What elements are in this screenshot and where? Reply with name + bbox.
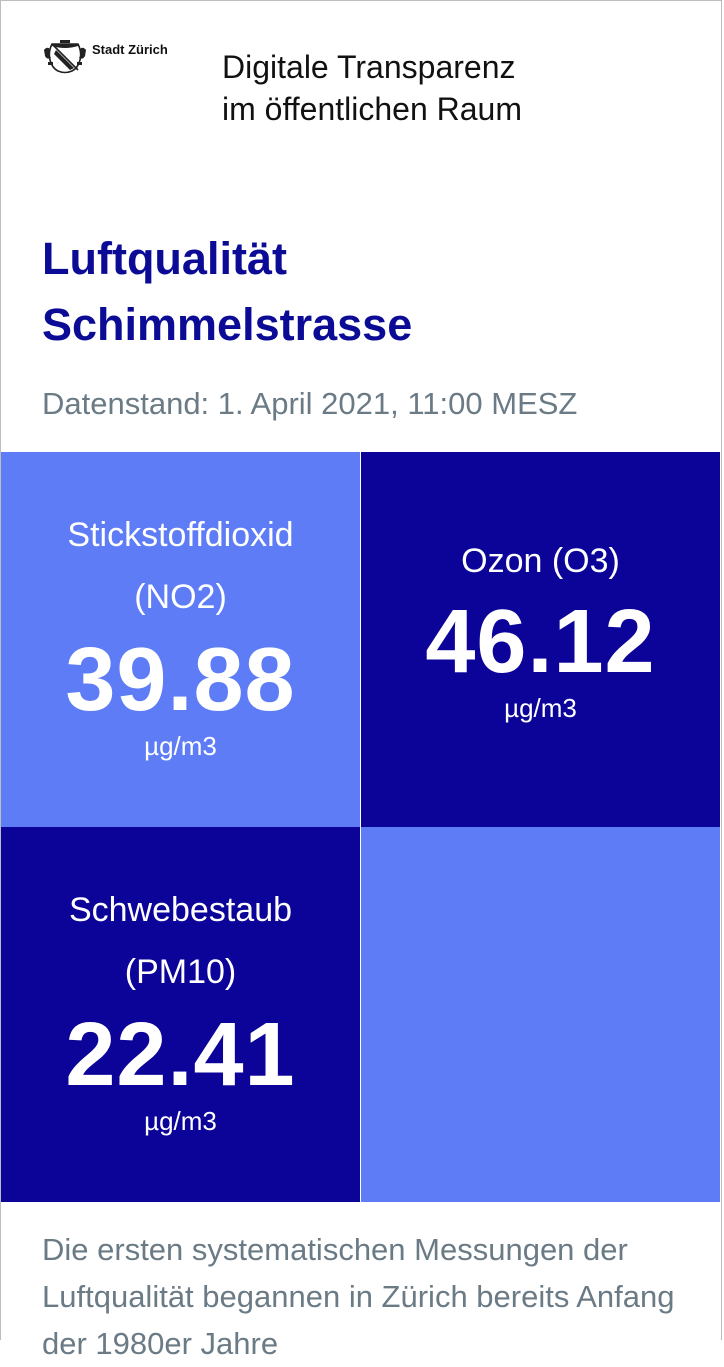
tile-label: Ozon (O3) [361,530,720,592]
header-title: Digitale Transparenz im öffentlichen Rau… [222,46,522,130]
tile-unit: µg/m3 [144,1106,217,1136]
zurich-coat-of-arms-icon[interactable] [44,40,86,74]
tile-no2: Stickstoffdioxid (NO2) 39.88 µg/m3 [1,452,360,827]
tile-value: 22.41 [65,1005,296,1105]
tile-unit: µg/m3 [144,731,217,761]
tile-value: 46.12 [425,592,656,692]
logo-text: Stadt Zürich [92,42,168,57]
tile-unit: µg/m3 [504,693,577,723]
tile-label: Schwebestaub (PM10) [1,879,360,1003]
tile-label-line1: Schwebestaub [68,891,293,929]
intro-paragraph: Die ersten systematischen Messungen der … [42,1232,675,1361]
page-title-line1: Luftqualität [42,233,287,284]
tile-o3: Ozon (O3) 46.12 µg/m3 [361,452,720,827]
tile-label-line2: (NO2) [134,578,227,616]
tile-value: 39.88 [65,630,296,730]
tile-empty [361,827,720,1202]
page-title: Luftqualität Schimmelstrasse [42,226,412,358]
tile-label-line2: (PM10) [124,953,237,991]
page-title-line2: Schimmelstrasse [42,299,413,350]
header-title-line1: Digitale Transparenz [222,49,516,85]
tile-label: Stickstoffdioxid (NO2) [1,504,360,628]
tile-pm10: Schwebestaub (PM10) 22.41 µg/m3 [1,827,360,1202]
tile-label-line1: Ozon (O3) [461,542,620,580]
header-title-line2: im öffentlichen Raum [222,91,522,127]
tile-label-line1: Stickstoffdioxid [67,516,294,554]
data-timestamp: Datenstand: 1. April 2021, 11:00 MESZ [42,386,578,421]
